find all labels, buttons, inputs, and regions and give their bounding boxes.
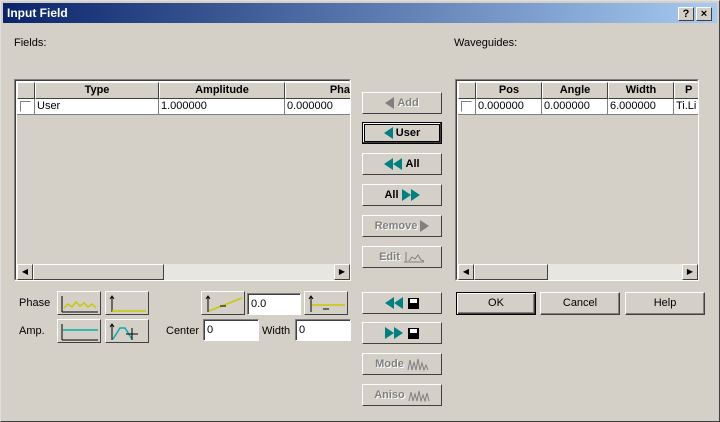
scroll-left-icon[interactable]: ◀ <box>458 264 474 280</box>
phase-shape-button[interactable] <box>57 291 101 315</box>
save-disk-icon <box>407 327 419 339</box>
title-bar: Input Field ? × <box>3 3 717 23</box>
mode-spectrum-icon <box>407 359 429 372</box>
fields-table: Type Amplitude Pha User 1.000000 0.00000… <box>14 79 351 281</box>
add-button[interactable]: Add <box>362 92 442 114</box>
amp-flat-button[interactable] <box>57 319 101 343</box>
waveguides-col-width[interactable]: Width <box>608 82 674 99</box>
save-disk-icon <box>407 297 419 309</box>
phase-flat-button[interactable] <box>105 291 149 315</box>
waveguides-cell-p[interactable]: Ti.Li <box>674 99 698 115</box>
close-title-button[interactable]: × <box>696 7 712 21</box>
ok-button[interactable]: OK <box>456 292 536 315</box>
waveguides-row-header-corner <box>458 82 476 99</box>
amp-label: Amp. <box>19 325 45 337</box>
fields-col-amplitude[interactable]: Amplitude <box>159 82 285 99</box>
phase-offset-button[interactable] <box>304 291 348 315</box>
waveguides-cell-angle[interactable]: 0.000000 <box>542 99 608 115</box>
fields-hscrollbar[interactable]: ◀ ▶ <box>17 264 350 280</box>
help-title-button[interactable]: ? <box>678 7 694 21</box>
user-button[interactable]: User <box>362 122 442 144</box>
input-field-dialog: Input Field ? × Fields: Waveguides: Type… <box>0 0 720 422</box>
phase-tilt-icon <box>205 295 243 312</box>
phase-tilt-button[interactable] <box>201 291 245 315</box>
center-input[interactable] <box>203 319 259 341</box>
fields-cell-amplitude[interactable]: 1.000000 <box>159 99 285 115</box>
scroll-thumb[interactable] <box>33 264 164 280</box>
arrow-left-icon <box>385 97 395 110</box>
waveguides-col-p[interactable]: P <box>674 82 698 99</box>
waveguides-row-checkbox[interactable] <box>461 101 472 112</box>
fields-row-checkbox[interactable] <box>20 101 31 112</box>
width-label: Width <box>262 325 291 337</box>
phase-flat-icon <box>109 295 146 312</box>
phase-offset-icon <box>308 295 345 312</box>
width-input[interactable] <box>295 319 351 341</box>
table-row-checkbox-cell <box>458 99 476 115</box>
amp-flat-icon <box>61 324 98 341</box>
center-label: Center <box>166 325 200 337</box>
scroll-right-icon[interactable]: ▶ <box>682 264 698 280</box>
phase-value-input[interactable] <box>247 293 301 315</box>
scroll-right-icon[interactable]: ▶ <box>334 264 350 280</box>
fields-cell-phase[interactable]: 0.000000 <box>285 99 350 115</box>
arrow-left-icon <box>383 127 393 140</box>
phase-curve-icon <box>61 296 98 313</box>
remove-button[interactable]: Remove <box>362 215 442 237</box>
fields-row-header-corner <box>17 82 35 99</box>
scroll-left-icon[interactable]: ◀ <box>17 264 33 280</box>
arrow-right-icon <box>420 220 430 233</box>
fields-col-phase[interactable]: Pha <box>285 82 350 99</box>
amp-move-button[interactable] <box>105 319 149 343</box>
load-left-button[interactable] <box>362 292 442 314</box>
double-arrow-left-icon <box>384 158 394 171</box>
amp-move-icon <box>109 323 138 340</box>
table-row-checkbox-cell <box>17 99 35 115</box>
waveguides-col-pos[interactable]: Pos <box>476 82 542 99</box>
all-right-button[interactable]: All <box>362 184 442 206</box>
waveguides-cell-pos[interactable]: 0.000000 <box>476 99 542 115</box>
edit-button[interactable]: Edit <box>362 246 442 268</box>
fields-cell-type[interactable]: User <box>35 99 159 115</box>
waveguides-hscrollbar[interactable]: ◀ ▶ <box>458 264 698 280</box>
cancel-button[interactable]: Cancel <box>540 292 620 315</box>
save-right-button[interactable] <box>362 322 442 344</box>
fields-col-type[interactable]: Type <box>35 82 159 99</box>
mode-button[interactable]: Mode <box>362 353 442 375</box>
window-title: Input Field <box>7 6 68 20</box>
help-button[interactable]: Help <box>625 292 705 315</box>
all-left-button[interactable]: All <box>362 153 442 175</box>
aniso-spectrum-icon <box>408 390 430 404</box>
scroll-thumb[interactable] <box>474 264 548 280</box>
double-arrow-right-icon <box>401 189 411 202</box>
waveguides-label: Waveguides: <box>454 37 518 49</box>
phase-label: Phase <box>19 297 51 309</box>
double-arrow-right-icon <box>385 327 395 340</box>
waveguides-cell-width[interactable]: 6.000000 <box>608 99 674 115</box>
fields-label: Fields: <box>14 37 47 49</box>
edit-profile-icon <box>403 252 425 263</box>
waveguides-col-angle[interactable]: Angle <box>542 82 608 99</box>
aniso-button[interactable]: Aniso <box>362 384 442 406</box>
double-arrow-left-icon <box>385 297 395 310</box>
waveguides-table: Pos Angle Width P 0.000000 0.000000 6.00… <box>455 79 699 281</box>
